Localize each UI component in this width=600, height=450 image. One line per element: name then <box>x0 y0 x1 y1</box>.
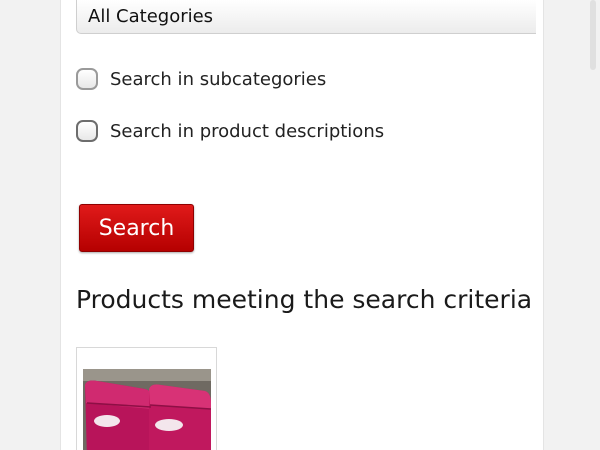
product-card[interactable] <box>76 347 217 450</box>
search-subcategories-label: Search in subcategories <box>110 68 327 90</box>
search-subcategories-checkbox[interactable] <box>76 68 98 90</box>
search-descriptions-label: Search in product descriptions <box>110 120 385 142</box>
results-heading: Products meeting the search criteria <box>76 285 533 314</box>
search-subcategories-option[interactable]: Search in subcategories <box>76 68 326 90</box>
scrollbar[interactable] <box>577 0 600 450</box>
search-descriptions-checkbox[interactable] <box>76 120 98 142</box>
search-button[interactable]: Search <box>79 204 194 252</box>
category-select[interactable]: All Categories <box>76 0 536 34</box>
scrollbar-thumb[interactable] <box>590 0 596 70</box>
page: All Categories Search in subcategories S… <box>0 0 600 450</box>
product-image[interactable] <box>83 369 211 450</box>
search-descriptions-option[interactable]: Search in product descriptions <box>76 120 384 142</box>
